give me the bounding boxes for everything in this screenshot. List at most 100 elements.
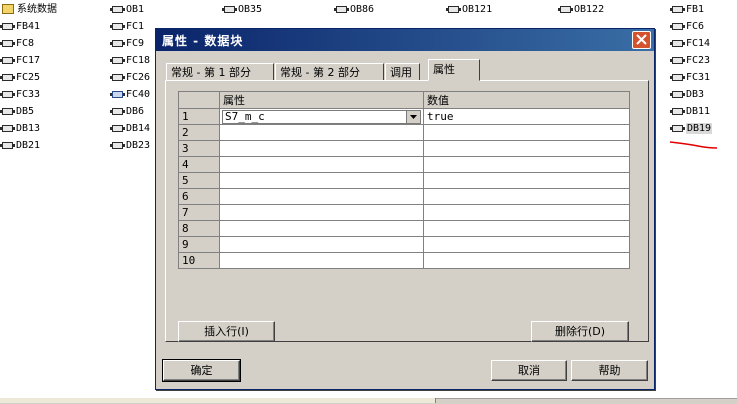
tab-attributes[interactable]: 属性 [428, 59, 480, 81]
value-cell[interactable]: true [423, 108, 630, 125]
block-icon [110, 22, 125, 30]
block-label: FC40 [126, 89, 151, 100]
block-item[interactable]: FC1 [110, 19, 144, 35]
row-number[interactable]: 3 [178, 140, 220, 157]
attribute-cell[interactable] [219, 188, 424, 205]
block-item[interactable]: OB1 [110, 2, 144, 18]
attribute-cell[interactable] [219, 124, 424, 141]
value-cell[interactable] [423, 188, 630, 205]
block-item[interactable]: DB11 [670, 104, 710, 120]
block-item[interactable]: FC18 [110, 53, 150, 69]
tab-general-part-2[interactable]: 常规 - 第 2 部分 [275, 63, 384, 81]
tab-general-part-1[interactable]: 常规 - 第 1 部分 [166, 63, 274, 81]
value-cell[interactable] [423, 220, 630, 237]
block-item[interactable]: DB21 [0, 138, 40, 154]
attribute-cell[interactable] [219, 156, 424, 173]
block-icon [222, 5, 237, 13]
value-cell[interactable] [423, 204, 630, 221]
block-item[interactable]: FC8 [0, 36, 34, 52]
block-item[interactable]: OB35 [222, 2, 262, 18]
value-cell[interactable] [423, 140, 630, 157]
table-row[interactable]: 10 [178, 252, 630, 269]
attribute-dropdown[interactable]: S7_m_c [222, 110, 421, 124]
value-cell[interactable] [423, 252, 630, 269]
block-item-system-data[interactable]: 系统数据 [2, 2, 57, 18]
block-item[interactable]: OB86 [334, 2, 374, 18]
block-item[interactable]: OB121 [446, 2, 492, 18]
block-item[interactable]: OB122 [558, 2, 604, 18]
value-cell[interactable] [423, 236, 630, 253]
block-item[interactable]: FC14 [670, 36, 710, 52]
column-header-attribute[interactable]: 属性 [219, 91, 424, 109]
cancel-button[interactable]: 取消 [491, 360, 567, 381]
table-row[interactable]: 5 [178, 172, 630, 189]
block-item[interactable]: DB3 [670, 87, 704, 103]
ok-button[interactable]: 确定 [162, 359, 241, 382]
block-label: FC33 [16, 89, 41, 100]
attribute-cell[interactable] [219, 172, 424, 189]
attribute-cell[interactable] [219, 236, 424, 253]
block-label: FC23 [686, 55, 711, 66]
insert-row-button[interactable]: 插入行(I) [178, 321, 275, 342]
value-cell[interactable] [423, 172, 630, 189]
close-button[interactable] [632, 31, 651, 49]
dialog-title: 属性 - 数据块 [162, 34, 244, 48]
attribute-cell[interactable] [219, 252, 424, 269]
block-item[interactable]: FC31 [670, 70, 710, 86]
block-item[interactable]: FC23 [670, 53, 711, 69]
row-number[interactable]: 7 [178, 204, 220, 221]
block-item[interactable]: FB41 [0, 19, 41, 35]
table-row[interactable]: 7 [178, 204, 630, 221]
delete-row-button[interactable]: 删除行(D) [531, 321, 629, 342]
table-row[interactable]: 4 [178, 156, 630, 173]
row-number[interactable]: 9 [178, 236, 220, 253]
dropdown-button[interactable] [406, 111, 420, 123]
scrollbar-thumb[interactable] [0, 398, 436, 403]
help-button[interactable]: 帮助 [571, 360, 648, 381]
column-header-value[interactable]: 数值 [423, 91, 630, 109]
block-item[interactable]: DB5 [0, 104, 35, 120]
value-cell[interactable] [423, 124, 630, 141]
block-icon [110, 5, 125, 13]
block-icon [670, 107, 685, 115]
table-row[interactable]: 1 S7_m_c true [178, 108, 630, 125]
block-item[interactable]: FC33 [0, 87, 41, 103]
block-item[interactable]: FC6 [670, 19, 704, 35]
attribute-cell[interactable] [219, 204, 424, 221]
block-label: FB41 [16, 21, 41, 32]
row-number[interactable]: 10 [178, 252, 220, 269]
row-number[interactable]: 2 [178, 124, 220, 141]
table-row[interactable]: 2 [178, 124, 630, 141]
row-number[interactable]: 5 [178, 172, 220, 189]
block-item[interactable]: FC40 [110, 87, 151, 103]
block-icon [0, 124, 15, 132]
block-item[interactable]: FC26 [110, 70, 150, 86]
dialog-titlebar[interactable]: 属性 - 数据块 [156, 29, 654, 51]
table-row[interactable]: 3 [178, 140, 630, 157]
block-item[interactable]: FB1 [670, 2, 704, 18]
value-cell[interactable] [423, 156, 630, 173]
block-label: DB5 [16, 106, 35, 117]
block-item[interactable]: DB13 [0, 121, 40, 137]
block-item-selected[interactable]: DB19 [670, 121, 713, 137]
attribute-cell[interactable] [219, 220, 424, 237]
row-number[interactable]: 4 [178, 156, 220, 173]
block-icon [670, 22, 685, 30]
block-item[interactable]: DB6 [110, 104, 144, 120]
block-item[interactable]: DB23 [110, 138, 150, 154]
block-item[interactable]: DB14 [110, 121, 150, 137]
block-item[interactable]: FC25 [0, 70, 40, 86]
table-row[interactable]: 6 [178, 188, 630, 205]
block-icon [670, 5, 685, 13]
row-number[interactable]: 8 [178, 220, 220, 237]
block-item[interactable]: FC17 [0, 53, 40, 69]
tab-calls[interactable]: 调用 [385, 63, 420, 81]
block-item[interactable]: FC9 [110, 36, 144, 52]
row-number[interactable]: 1 [178, 108, 220, 125]
block-icon [0, 22, 15, 30]
attribute-cell[interactable] [219, 140, 424, 157]
row-number[interactable]: 6 [178, 188, 220, 205]
table-row[interactable]: 9 [178, 236, 630, 253]
table-row[interactable]: 8 [178, 220, 630, 237]
attribute-cell[interactable]: S7_m_c [219, 108, 424, 125]
